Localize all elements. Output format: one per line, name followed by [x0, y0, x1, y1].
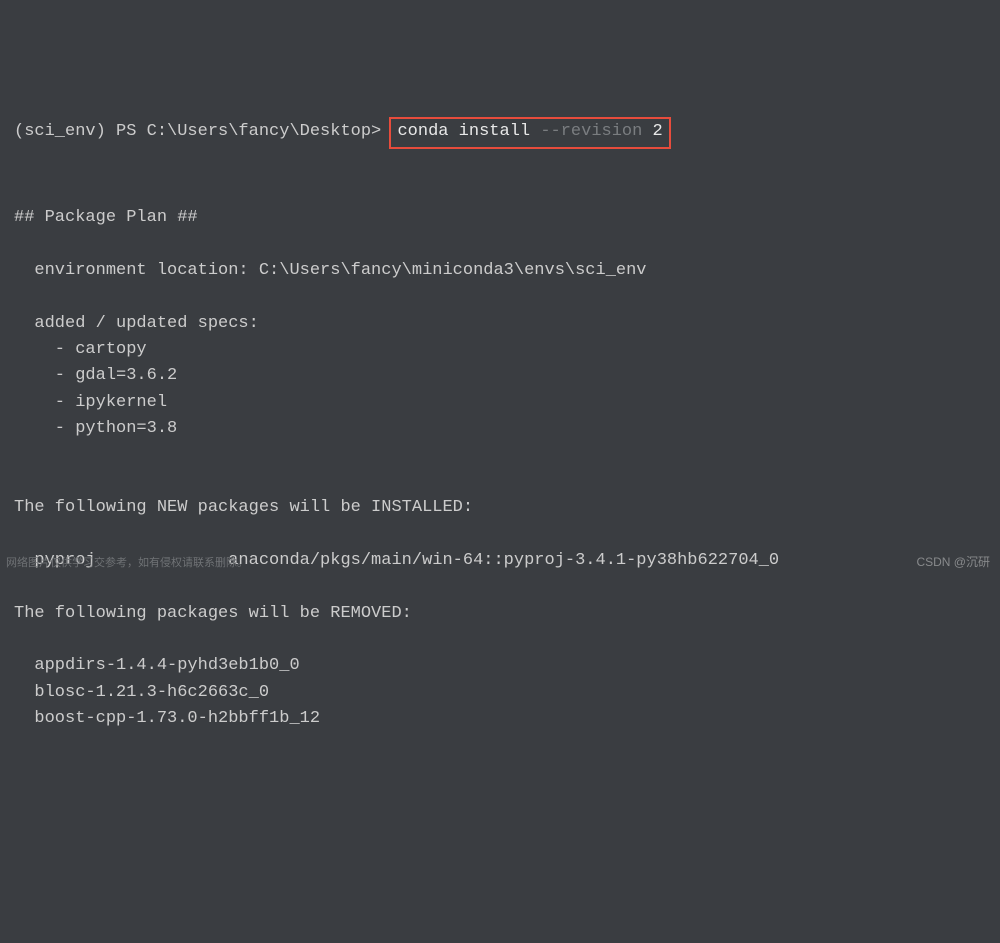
watermark-right: CSDN @沉研 — [916, 553, 990, 572]
spec-item: - gdal=3.6.2 — [14, 366, 177, 385]
highlighted-command: conda install --revision 2 — [389, 117, 670, 148]
command-prompt-line[interactable]: (sci_env) PS C:\Users\fancy\Desktop> con… — [14, 117, 986, 148]
command-subcommand: install — [448, 122, 540, 141]
new-packages-header: The following NEW packages will be INSTA… — [14, 498, 473, 517]
terminal-output: ## Package Plan ## environment location:… — [14, 179, 986, 732]
prompt-prefix: (sci_env) PS C:\Users\fancy\Desktop> — [14, 122, 391, 141]
spec-item: - python=3.8 — [14, 419, 177, 438]
command-name: conda — [397, 122, 448, 141]
spec-item: - ipykernel — [14, 393, 167, 412]
env-location: environment location: C:\Users\fancy\min… — [14, 261, 647, 280]
removed-package-item: blosc-1.21.3-h6c2663c_0 — [14, 683, 269, 702]
command-flag: --revision — [540, 122, 642, 141]
package-plan-header: ## Package Plan ## — [14, 208, 198, 227]
watermark-left: 网络图片仅供学习交参考，如有侵权请联系删除。 — [6, 555, 248, 572]
specs-header: added / updated specs: — [14, 314, 259, 333]
removed-package-item: boost-cpp-1.73.0-h2bbff1b_12 — [14, 709, 320, 728]
removed-packages-header: The following packages will be REMOVED: — [14, 604, 412, 623]
removed-package-item: appdirs-1.4.4-pyhd3eb1b0_0 — [14, 656, 300, 675]
spec-item: - cartopy — [14, 340, 147, 359]
command-arg: 2 — [642, 122, 662, 141]
